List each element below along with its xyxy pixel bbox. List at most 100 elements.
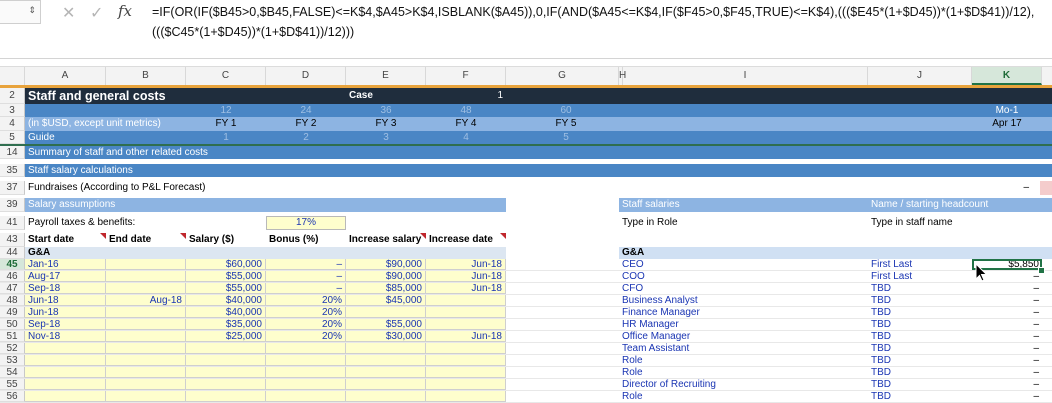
staff-name-cell[interactable]: TBD [868, 295, 972, 306]
increase-salary-cell[interactable]: $90,000 [346, 259, 426, 270]
value-cell[interactable]: – [972, 181, 1032, 195]
end-date-cell[interactable] [106, 307, 186, 318]
bonus-cell[interactable]: 20% [266, 319, 346, 330]
increase-date-cell[interactable] [426, 391, 506, 402]
payroll-rate-input[interactable]: 17% [266, 216, 346, 230]
column-header-d[interactable]: D [266, 67, 346, 85]
monthly-salary-cell[interactable]: – [972, 295, 1042, 306]
start-date-cell[interactable] [25, 379, 106, 390]
row-header[interactable]: 55 [0, 379, 25, 390]
salary-cell[interactable] [186, 391, 266, 402]
case-value[interactable]: 1 [426, 88, 506, 104]
col-header-bonus[interactable]: Bonus (%) [266, 233, 346, 247]
staff-salaries-heading[interactable]: Staff salaries [619, 198, 868, 212]
row-header[interactable]: 5 [0, 131, 25, 144]
increase-salary-cell[interactable] [346, 391, 426, 402]
col-header-increase-date[interactable]: Increase date [426, 233, 506, 247]
bonus-cell[interactable]: – [266, 271, 346, 282]
row-header[interactable]: 35 [0, 164, 25, 177]
role-cell[interactable]: HR Manager [619, 319, 868, 330]
start-date-cell[interactable]: Jun-18 [25, 295, 106, 306]
end-date-cell[interactable] [106, 271, 186, 282]
bonus-cell[interactable] [266, 343, 346, 354]
fy-label[interactable]: FY 1 [186, 117, 266, 131]
salary-cell[interactable] [186, 367, 266, 378]
row-header[interactable]: 52 [0, 343, 25, 354]
row-header[interactable]: 47 [0, 283, 25, 294]
increase-date-cell[interactable]: Jun-18 [426, 331, 506, 342]
guide-index[interactable]: 2 [266, 131, 346, 144]
fy-label[interactable]: FY 4 [426, 117, 506, 131]
start-date-cell[interactable]: Jun-18 [25, 307, 106, 318]
role-cell[interactable]: COO [619, 271, 868, 282]
row-header[interactable]: 45 [0, 259, 25, 270]
case-label[interactable]: Case [346, 88, 406, 104]
cancel-icon[interactable]: ✕ [62, 3, 75, 23]
staff-name-cell[interactable]: TBD [868, 391, 972, 402]
column-header-f[interactable]: F [426, 67, 506, 85]
column-header-j[interactable]: J [868, 67, 972, 85]
fundraise-label[interactable]: Fundraises (According to P&L Forecast) [25, 181, 425, 195]
fy-label[interactable]: FY 5 [526, 117, 606, 131]
monthly-salary-cell[interactable]: – [972, 319, 1042, 330]
increase-date-cell[interactable]: Jun-18 [426, 259, 506, 270]
salary-cell[interactable] [186, 343, 266, 354]
month-count-cell[interactable]: 12 [186, 104, 266, 117]
units-note[interactable]: (in $USD, except unit metrics) [25, 117, 185, 131]
col-header-start-date[interactable]: Start date [25, 233, 106, 247]
monthly-salary-cell[interactable]: – [972, 343, 1042, 354]
staff-name-cell[interactable]: TBD [868, 367, 972, 378]
end-date-cell[interactable] [106, 355, 186, 366]
staff-name-cell[interactable]: TBD [868, 283, 972, 294]
monthly-salary-cell[interactable]: – [972, 307, 1042, 318]
month-count-cell[interactable]: 48 [426, 104, 506, 117]
staff-name-cell[interactable]: TBD [868, 319, 972, 330]
col-header-end-date[interactable]: End date [106, 233, 186, 247]
role-cell[interactable]: Business Analyst [619, 295, 868, 306]
role-cell[interactable]: Role [619, 367, 868, 378]
chevron-updown-icon[interactable]: ⇕ [28, 5, 36, 16]
row-header[interactable]: 14 [0, 146, 25, 159]
col-header-salary[interactable]: Salary ($) [186, 233, 266, 247]
bonus-cell[interactable] [266, 355, 346, 366]
payroll-label[interactable]: Payroll taxes & benefits: [25, 216, 265, 230]
increase-salary-cell[interactable] [346, 307, 426, 318]
row-header[interactable]: 46 [0, 271, 25, 282]
salary-cell[interactable]: $40,000 [186, 307, 266, 318]
start-date-cell[interactable]: Sep-18 [25, 283, 106, 294]
column-header-g[interactable]: G [506, 67, 619, 85]
column-header-i[interactable]: I [623, 67, 868, 85]
increase-date-cell[interactable] [426, 295, 506, 306]
increase-salary-cell[interactable]: $90,000 [346, 271, 426, 282]
increase-date-cell[interactable] [426, 379, 506, 390]
monthly-salary-cell[interactable]: – [972, 367, 1042, 378]
role-cell[interactable]: Director of Recruiting [619, 379, 868, 390]
section-heading[interactable]: Staff salary calculations [25, 164, 425, 177]
role-instruction[interactable]: Type in Role [619, 216, 868, 230]
start-date-cell[interactable] [25, 391, 106, 402]
row-header[interactable]: 39 [0, 198, 25, 212]
row-header[interactable]: 44 [0, 247, 25, 259]
bonus-cell[interactable]: – [266, 259, 346, 270]
salary-cell[interactable]: $40,000 [186, 295, 266, 306]
column-header-a[interactable]: A [25, 67, 106, 85]
increase-date-cell[interactable] [426, 355, 506, 366]
increase-date-cell[interactable] [426, 367, 506, 378]
fy-label[interactable]: FY 2 [266, 117, 346, 131]
end-date-cell[interactable] [106, 343, 186, 354]
column-header-k[interactable]: K [972, 67, 1042, 85]
row-header[interactable]: 51 [0, 331, 25, 342]
increase-date-cell[interactable]: Jun-18 [426, 283, 506, 294]
guide-label[interactable]: Guide [25, 131, 105, 144]
staff-name-cell[interactable]: TBD [868, 331, 972, 342]
staff-name-cell[interactable]: TBD [868, 355, 972, 366]
increase-salary-cell[interactable]: $45,000 [346, 295, 426, 306]
monthly-salary-cell[interactable]: – [972, 355, 1042, 366]
month-count-cell[interactable]: 24 [266, 104, 346, 117]
staff-name-cell[interactable]: TBD [868, 379, 972, 390]
row-header[interactable]: 2 [0, 88, 25, 104]
end-date-cell[interactable] [106, 379, 186, 390]
ga-group-label-right[interactable]: G&A [619, 247, 1052, 259]
start-date-cell[interactable]: Nov-18 [25, 331, 106, 342]
headcount-heading[interactable]: Name / starting headcount [868, 198, 1052, 212]
